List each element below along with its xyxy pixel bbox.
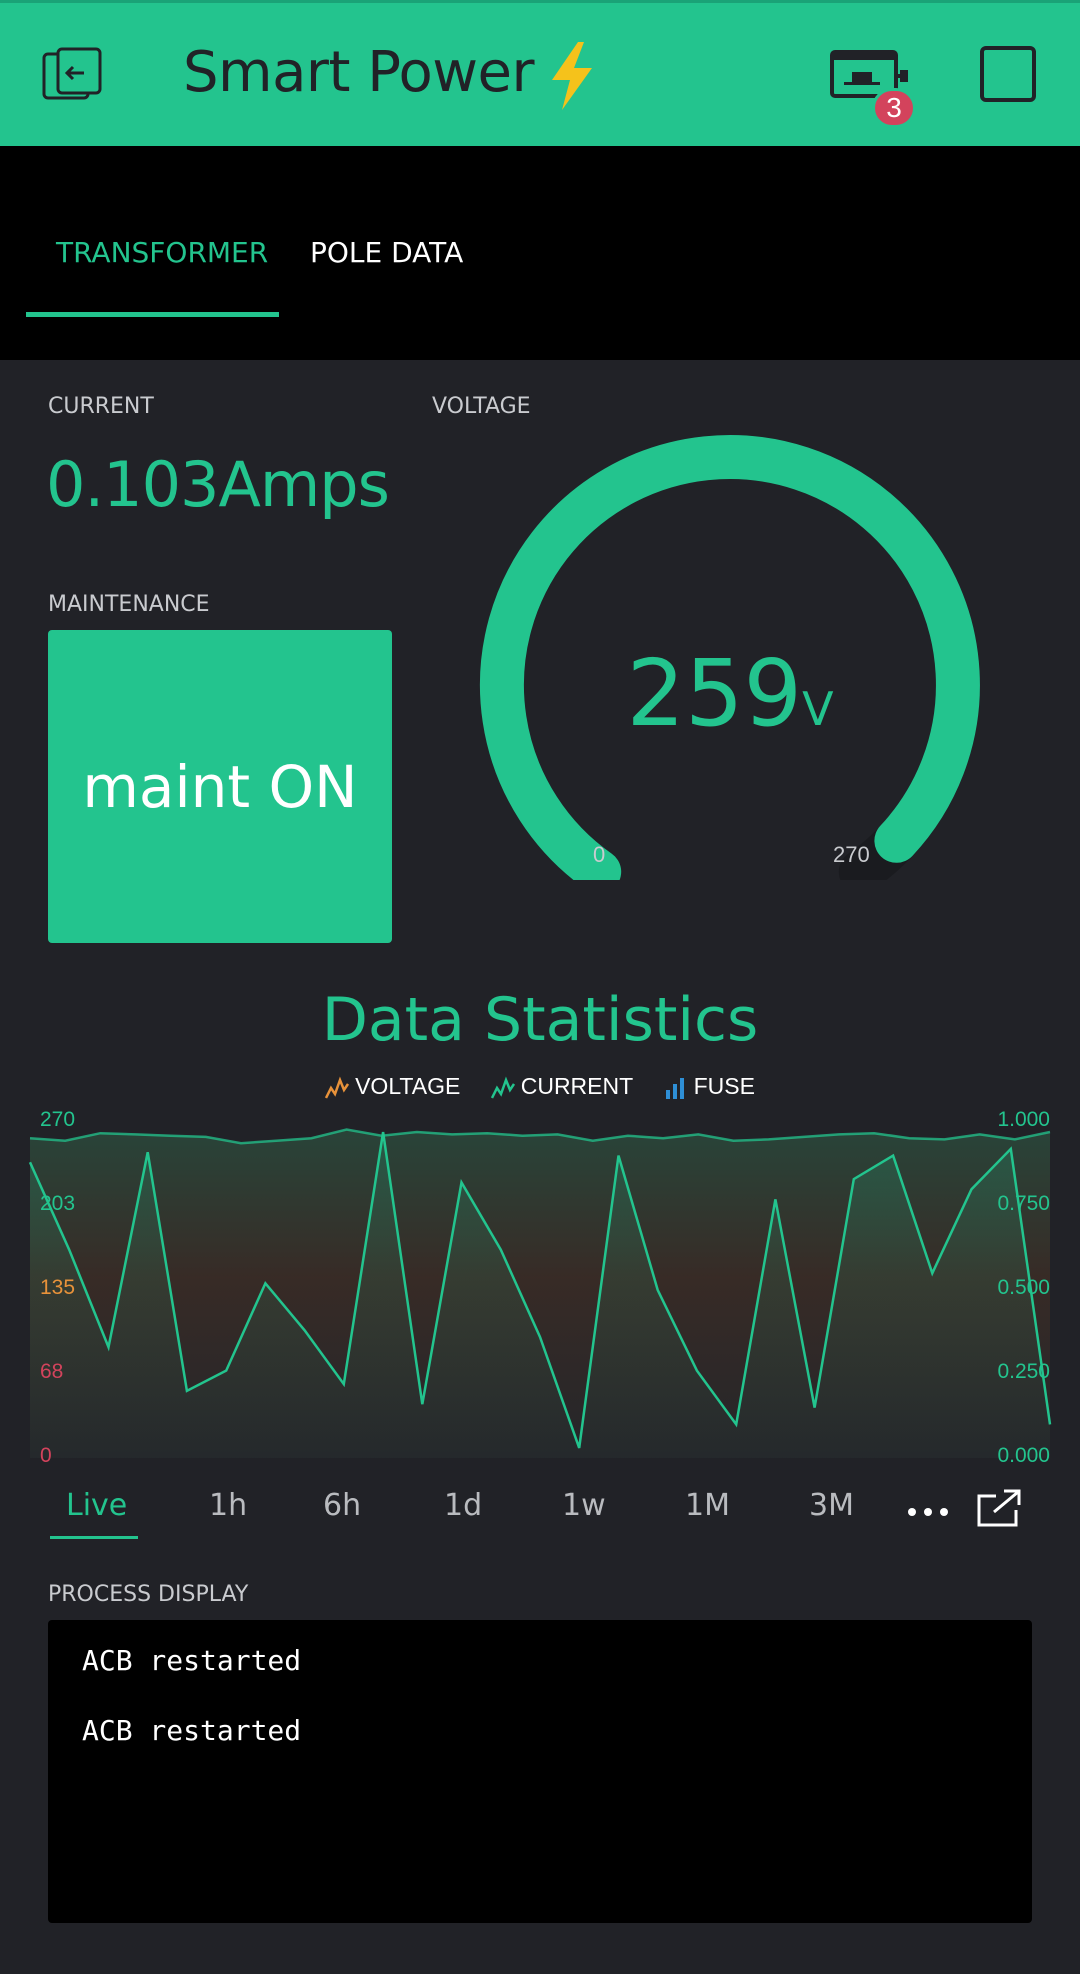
gauge-value-number: 259 [626, 640, 803, 747]
app-title-text: Smart Power [183, 40, 535, 106]
tab-transformer[interactable]: TRANSFORMER [56, 236, 268, 269]
y-right-tick-0: 0.000 [997, 1444, 1050, 1467]
terminal-line: ACB restarted [82, 1644, 302, 1677]
range-live[interactable]: Live [66, 1488, 127, 1523]
current-value: 0.103Amps [46, 448, 390, 521]
y-left-tick-203: 203 [40, 1192, 76, 1215]
app-root: Smart Power 3 TRANSFORMER POLE DATA CURR… [0, 0, 1080, 1974]
range-6h[interactable]: 6h [323, 1488, 361, 1523]
terminal-line: ACB restarted [82, 1714, 302, 1747]
more-options-button[interactable] [906, 1504, 950, 1516]
gauge-value: 259V [470, 640, 990, 747]
y-left-tick-135: 135 [40, 1276, 76, 1299]
legend-fuse-label: FUSE [693, 1073, 755, 1100]
header-top-line [0, 0, 1080, 3]
time-range-tabs: Live 1h 6h 1d 1w 1M 3M [0, 1480, 1080, 1540]
y-right-tick-0-75: 0.750 [997, 1192, 1050, 1215]
notification-badge: 3 [872, 88, 916, 128]
app-header: Smart Power 3 [0, 0, 1080, 146]
lightning-icon [552, 42, 593, 110]
legend-current-label: CURRENT [520, 1073, 634, 1100]
legend-fuse[interactable]: FUSE [664, 1073, 755, 1100]
gauge-min-label: 0 [593, 842, 606, 867]
y-left-tick-270: 270 [40, 1108, 76, 1131]
y-right-tick-1: 1.000 [997, 1108, 1050, 1131]
process-display-label: PROCESS DISPLAY [48, 1582, 249, 1607]
legend-current[interactable]: CURRENT [490, 1073, 634, 1100]
y-left-tick-0: 0 [40, 1444, 52, 1467]
y-right-tick-0-5: 0.500 [997, 1276, 1050, 1299]
exit-icon [42, 47, 102, 100]
y-right-tick-0-25: 0.250 [997, 1360, 1050, 1383]
chart-plot [28, 1128, 1052, 1458]
gauge-max-label: 270 [833, 842, 870, 867]
tab-bar: TRANSFORMER POLE DATA [0, 146, 1080, 360]
square-icon[interactable] [980, 46, 1036, 102]
gauge-unit: V [802, 682, 834, 736]
fuse-series-icon [665, 1078, 684, 1100]
process-terminal: ACB restarted ACB restarted [48, 1620, 1032, 1923]
y-left-tick-68: 68 [40, 1360, 64, 1383]
legend-voltage[interactable]: VOLTAGE [324, 1073, 461, 1100]
current-label: CURRENT [48, 394, 154, 419]
stats-title: Data Statistics [321, 985, 759, 1055]
app-title: Smart Power [183, 40, 600, 112]
expand-chart-button[interactable] [976, 1488, 1022, 1528]
voltage-gauge: 259V [470, 420, 1030, 894]
maintenance-label: MAINTENANCE [48, 592, 210, 617]
range-1d[interactable]: 1d [444, 1488, 482, 1523]
tab-pole-data[interactable]: POLE DATA [310, 236, 463, 269]
range-indicator [50, 1536, 138, 1539]
voltage-series-icon [324, 1076, 350, 1099]
active-tab-indicator [26, 312, 279, 317]
more-icon [908, 1508, 948, 1516]
voltage-label: VOLTAGE [432, 394, 531, 419]
maintenance-button[interactable]: maint ON [48, 630, 392, 943]
legend-voltage-label: VOLTAGE [355, 1073, 461, 1100]
range-1m[interactable]: 1M [685, 1488, 730, 1523]
exit-button[interactable] [40, 46, 104, 104]
chart-legend: VOLTAGE CURRENT FUSE [0, 1072, 1080, 1100]
range-1w[interactable]: 1w [562, 1488, 606, 1523]
range-3m[interactable]: 3M [809, 1488, 854, 1523]
data-chart: 270 203 135 68 0 1.000 0.750 0.500 0.250… [0, 1100, 1080, 1480]
expand-icon [977, 1489, 1021, 1527]
range-1h[interactable]: 1h [209, 1488, 247, 1523]
current-series-icon [490, 1076, 515, 1099]
